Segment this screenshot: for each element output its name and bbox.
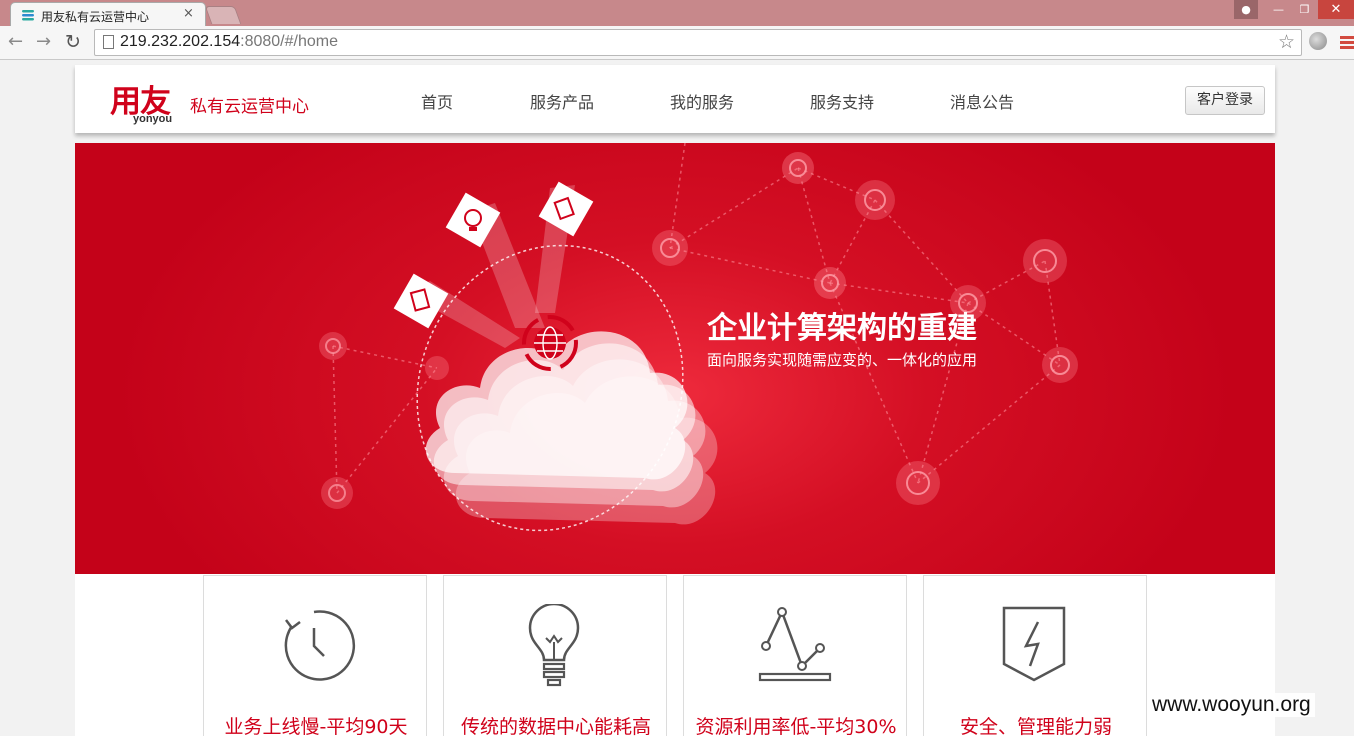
banner-illustration [319,143,1078,532]
feature-card-security: 安全、管理能力弱 [923,575,1147,736]
user-profile-icon[interactable]: ● [1234,0,1258,19]
site-header: 用友 yonyou 私有云运营中心 首页 服务产品 我的服务 服务支持 消息公告… [75,65,1275,133]
window-close-icon[interactable]: ✕ [1318,0,1354,19]
back-arrow-icon[interactable]: ← [8,32,23,52]
browser-toolbar: ← → ↻ 219.232.202.154:8080/#/home ☆ [0,26,1354,60]
extension-globe-icon[interactable] [1309,32,1327,50]
url-text[interactable]: 219.232.202.154:8080/#/home [120,33,338,51]
yonyou-favicon-icon [22,10,34,21]
page-icon [103,35,114,49]
feature-card-energy: 传统的数据中心能耗高 [443,575,667,736]
new-tab-button[interactable] [204,6,242,24]
feature-card-deploy-slow: 业务上线慢-平均90天 [203,575,427,736]
tab-close-icon[interactable]: × [183,6,194,21]
watermark-text: www.wooyun.org [1148,693,1315,717]
reload-icon[interactable]: ↻ [65,32,81,52]
browser-tab[interactable]: 用友私有云运营中心 × [10,2,206,26]
nav-announcements[interactable]: 消息公告 [950,89,1014,113]
shield-bolt-icon [1002,606,1066,682]
url-host: 219.232.202.154 [120,33,241,50]
feature-label: 传统的数据中心能耗高 [460,716,651,736]
logo-center-name: 私有云运营中心 [190,97,309,117]
banner-title: 企业计算架构的重建 [707,311,977,346]
tab-title: 用友私有云运营中心 [41,10,150,24]
restore-icon[interactable]: ❐ [1291,0,1318,19]
feature-cards: 业务上线慢-平均90天 传统的数据中心能耗高 资源利用率低-平均30% 安全、管… [75,574,1275,736]
line-chart-icon [758,607,832,682]
url-path: :8080/#/home [240,33,338,50]
feature-card-utilization: 资源利用率低-平均30% [683,575,907,736]
hero-banner: 企业计算架构的重建 面向服务实现随需应变的、一体化的应用 [75,143,1275,574]
lightbulb-icon [528,604,580,687]
clock-icon [284,610,356,681]
bookmark-star-icon[interactable]: ☆ [1278,31,1295,53]
logo-subtext: yonyou [133,113,173,125]
banner-subtitle: 面向服务实现随需应变的、一体化的应用 [707,351,978,369]
nav-my-services[interactable]: 我的服务 [670,89,734,113]
web-page: 用友 yonyou 私有云运营中心 首页 服务产品 我的服务 服务支持 消息公告… [0,61,1354,736]
nav-service-products[interactable]: 服务产品 [530,89,594,113]
page-scrollbar[interactable] [1346,61,1354,736]
browser-tab-bar: 用友私有云运营中心 × ● — ❐ ✕ [0,0,1354,26]
feature-label: 资源利用率低-平均30% [695,716,897,736]
feature-label: 安全、管理能力弱 [959,716,1112,736]
nav-home[interactable]: 首页 [421,89,453,113]
forward-arrow-icon[interactable]: → [36,32,51,52]
minimize-icon[interactable]: — [1265,0,1292,19]
address-bar[interactable]: 219.232.202.154:8080/#/home ☆ [94,29,1302,56]
feature-label: 业务上线慢-平均90天 [224,716,408,736]
nav-service-support[interactable]: 服务支持 [810,89,874,113]
customer-login-button[interactable]: 客户登录 [1185,86,1265,115]
browser-menu-icon[interactable] [1340,36,1354,51]
